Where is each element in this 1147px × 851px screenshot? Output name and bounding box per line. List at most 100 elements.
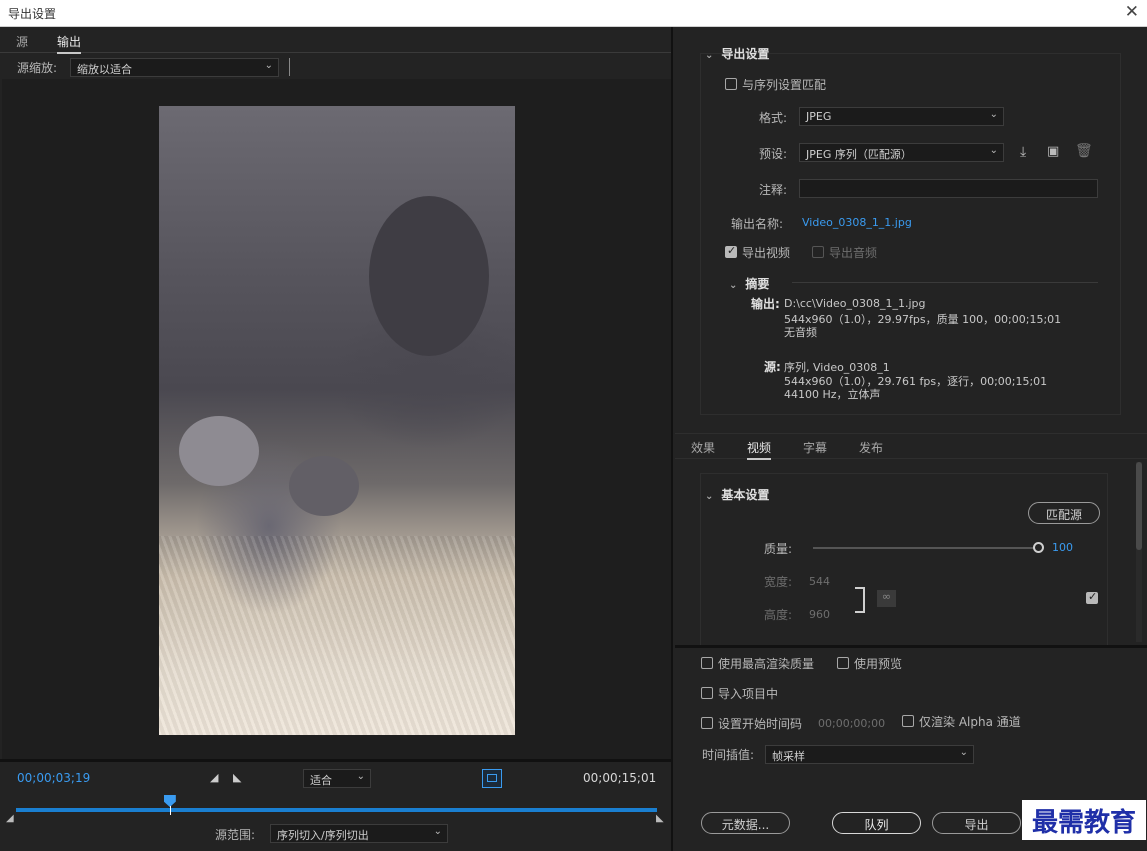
- source-range-value: 序列切入/序列切出: [277, 829, 369, 842]
- divider: [792, 282, 1098, 283]
- dimension-checkbox[interactable]: [1086, 590, 1098, 604]
- output-name-link[interactable]: Video_0308_1_1.jpg: [802, 216, 912, 229]
- metadata-button[interactable]: 元数据...: [701, 812, 790, 834]
- source-range-dropdown[interactable]: 序列切入/序列切出 ⌄: [270, 824, 448, 843]
- scrollbar-thumb[interactable]: [1136, 462, 1142, 550]
- fur-texture: [159, 536, 515, 735]
- cat-head-shape: [369, 196, 489, 356]
- export-audio-label: 导出音频: [829, 246, 878, 260]
- divider: [289, 58, 290, 76]
- tab-source[interactable]: 源: [16, 33, 28, 50]
- basic-settings-header[interactable]: ⌄ 基本设置: [705, 486, 769, 503]
- use-preview-label: 使用预览: [854, 657, 903, 671]
- comment-label: 注释:: [759, 183, 788, 197]
- max-render-checkbox[interactable]: [701, 657, 713, 669]
- match-source-button[interactable]: 匹配源: [1028, 502, 1100, 524]
- delete-preset-icon[interactable]: 🗑: [1075, 143, 1093, 159]
- max-render-label: 使用最高渲染质量: [718, 657, 815, 671]
- time-interp-dropdown[interactable]: 帧采样 ⌄: [765, 745, 974, 764]
- chevron-down-icon: ⌄: [433, 826, 442, 837]
- preset-dropdown[interactable]: JPEG 序列（匹配源） ⌄: [799, 143, 1004, 162]
- output-name-label: 输出名称:: [731, 217, 784, 231]
- range-end-handle-icon[interactable]: ◣: [656, 813, 664, 824]
- tab-video[interactable]: 视频: [747, 439, 772, 460]
- aspect-inner: [487, 774, 497, 782]
- quality-slider-track[interactable]: [813, 547, 1038, 549]
- window-title: 导出设置: [8, 7, 57, 21]
- summary-header[interactable]: ⌄ 摘要: [729, 275, 769, 292]
- preset-value: JPEG 序列（匹配源）: [806, 148, 912, 161]
- import-preset-icon[interactable]: ▣: [1047, 144, 1059, 159]
- export-audio-checkbox[interactable]: [812, 246, 824, 258]
- summary-output-specs: 544x960（1.0），29.97fps，质量 100，00;00;15;01: [784, 313, 1062, 326]
- time-interp-label: 时间插值:: [702, 748, 755, 762]
- summary-source-label: 源:: [764, 360, 781, 374]
- source-scale-value: 缩放以适合: [77, 63, 132, 76]
- aspect-toggle-icon[interactable]: [482, 769, 502, 788]
- chevron-down-icon: ⌄: [989, 145, 998, 156]
- quality-value[interactable]: 100: [1052, 541, 1073, 554]
- import-project-label: 导入项目中: [718, 687, 779, 701]
- queue-button[interactable]: 队列: [832, 812, 921, 834]
- set-timecode-checkbox[interactable]: [701, 717, 713, 729]
- summary-source-audio: 44100 Hz，立体声: [784, 388, 881, 401]
- height-value[interactable]: 960: [809, 608, 830, 621]
- alpha-only-checkbox[interactable]: [902, 715, 914, 727]
- tab-publish[interactable]: 发布: [859, 439, 883, 456]
- aspect-bracket: [855, 587, 865, 613]
- export-video-checkbox[interactable]: [725, 244, 737, 258]
- export-button[interactable]: 导出: [932, 812, 1021, 834]
- chevron-down-icon: ⌄: [356, 771, 365, 782]
- format-value: JPEG: [806, 110, 832, 123]
- cat-paw-shape-2: [289, 456, 359, 516]
- chevron-down-icon: ⌄: [959, 747, 968, 758]
- video-frame: [159, 106, 515, 735]
- summary-output-path: D:\cc\Video_0308_1_1.jpg: [784, 297, 926, 310]
- title-bar: 导出设置 ✕: [0, 0, 1147, 27]
- quality-label: 质量:: [764, 542, 793, 556]
- import-project-checkbox[interactable]: [701, 687, 713, 699]
- chevron-down-icon: ⌄: [729, 280, 738, 291]
- quality-slider-knob[interactable]: [1033, 542, 1044, 553]
- preview-canvas: [2, 79, 671, 759]
- start-timecode-value[interactable]: 00;00;00;00: [818, 717, 885, 730]
- summary-output-label: 输出:: [751, 297, 780, 311]
- comment-input[interactable]: [799, 179, 1098, 198]
- fit-value: 适合: [310, 774, 332, 787]
- divider: [675, 645, 1147, 648]
- close-icon[interactable]: ✕: [1125, 2, 1139, 22]
- mark-out-icon[interactable]: ◣: [233, 771, 241, 784]
- source-scale-dropdown[interactable]: 缩放以适合 ⌄: [70, 58, 279, 77]
- width-label: 宽度:: [764, 575, 793, 589]
- mark-in-icon[interactable]: ◢: [210, 771, 218, 784]
- preview-tabbar: 源 输出: [0, 27, 671, 54]
- settings-scrollbar[interactable]: [1136, 462, 1142, 642]
- summary-title: 摘要: [745, 277, 770, 291]
- timeline-bar[interactable]: [16, 808, 657, 812]
- range-start-handle-icon[interactable]: ◢: [6, 813, 14, 824]
- alpha-only-label: 仅渲染 Alpha 通道: [919, 715, 1021, 729]
- cat-paw-shape: [179, 416, 259, 486]
- source-range-label: 源范围:: [215, 828, 256, 842]
- export-settings-header[interactable]: ⌄ 导出设置: [705, 45, 769, 62]
- tab-output[interactable]: 输出: [57, 33, 82, 54]
- width-value[interactable]: 544: [809, 575, 830, 588]
- match-sequence-label: 与序列设置匹配: [742, 78, 827, 92]
- playhead-line: [169, 806, 171, 815]
- height-label: 高度:: [764, 608, 793, 622]
- link-icon[interactable]: ∞: [877, 590, 896, 607]
- watermark-logo: 最需教育: [1022, 800, 1146, 840]
- fit-dropdown[interactable]: 适合 ⌄: [303, 769, 371, 788]
- basic-settings-title: 基本设置: [721, 488, 770, 502]
- end-timecode: 00;00;15;01: [583, 771, 657, 785]
- save-preset-icon[interactable]: ⤓: [1020, 144, 1026, 160]
- tab-effects[interactable]: 效果: [691, 439, 715, 456]
- format-dropdown[interactable]: JPEG ⌄: [799, 107, 1004, 126]
- use-preview-checkbox[interactable]: [837, 657, 849, 669]
- chevron-down-icon: ⌄: [705, 50, 714, 61]
- chevron-down-icon: ⌄: [705, 491, 714, 502]
- chevron-down-icon: ⌄: [264, 60, 273, 71]
- tab-captions[interactable]: 字幕: [803, 439, 827, 456]
- current-timecode[interactable]: 00;00;03;19: [17, 771, 90, 785]
- match-sequence-checkbox[interactable]: [725, 78, 737, 90]
